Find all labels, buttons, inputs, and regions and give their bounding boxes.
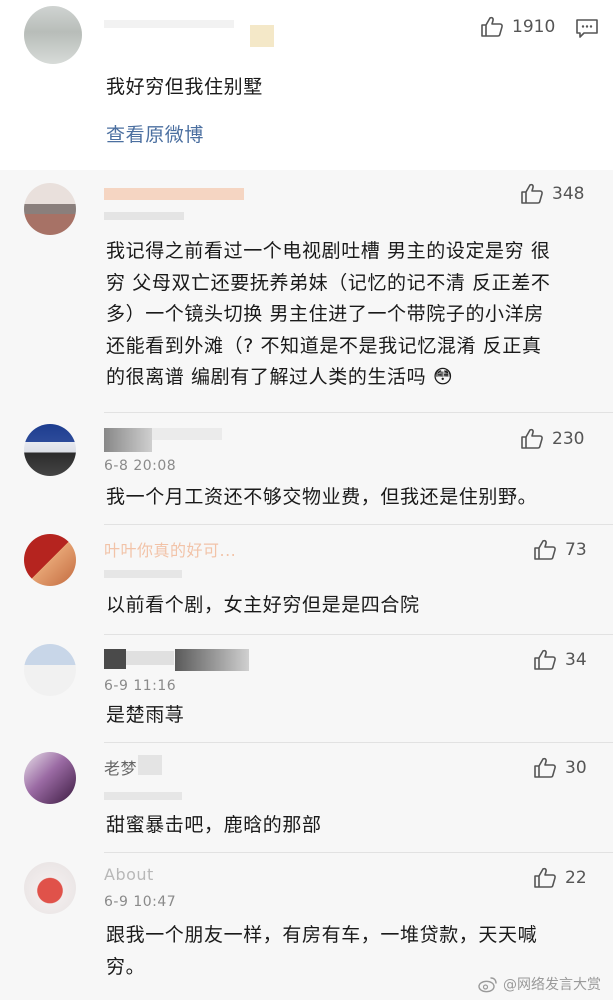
reply-like-button[interactable]: 230 [520,428,584,450]
reply-divider [104,524,613,525]
reply-avatar[interactable] [24,644,76,696]
reply-like-button[interactable]: 34 [533,649,587,671]
reply-divider [104,634,613,635]
reply-divider [104,742,613,743]
reply-username[interactable]: 叶叶你真的好可... [104,537,236,561]
weibo-logo-icon [478,976,497,992]
reply-avatar[interactable] [24,862,76,914]
main-comment-text: 我好穷但我住别墅 [106,76,263,98]
main-comment-like-button[interactable]: 1910 [480,16,555,38]
reply-like-button[interactable]: 73 [533,539,587,561]
reply-text: 以前看个剧，女主好穷但是是四合院 [106,590,420,622]
thumbs-up-icon [534,757,556,778]
reply-time-redacted [104,212,184,220]
reply-name-redacted [152,428,222,440]
flushed-face-emoji: 😳 [432,366,454,388]
reply-like-button[interactable]: 22 [533,867,587,889]
reply-text: 是楚雨荨 [106,700,184,732]
reply-text-line: 甜蜜暴击吧，鹿晗的那部 [106,814,322,836]
watermark-text: @网络发言大赏 [503,977,601,993]
like-count: 230 [552,429,585,449]
like-count: 22 [565,868,587,888]
thumbs-up-icon [534,539,556,560]
reply-username[interactable]: About [104,865,154,884]
reply-text-line: 多）一个镜头切换 男主住进了一个带院子的小洋房 [106,303,544,325]
main-comment-avatar[interactable] [24,6,82,64]
main-comment-name-redacted [104,20,234,28]
reply-name-redacted [104,649,126,669]
reply-text: 跟我一个朋友一样，有房有车，一堆贷款，天天喊 穷。 [106,920,537,983]
reply-name-redacted [104,428,152,452]
reply-divider [104,852,613,853]
like-count: 34 [565,650,587,670]
reply-text-line: 还能看到外滩（? 不知道是不是我记忆混淆 反正真 [106,334,542,357]
reply-text-line: 穷。 [106,955,146,978]
main-comment-card: 1910 我好穷但我住别墅 查看原微博 [0,0,613,170]
reply-like-button[interactable]: 348 [520,183,584,205]
reply-text-line: 我记得之前看过一个电视剧吐槽 男主的设定是穷 很 [106,240,551,262]
reply-text: 我一个月工资还不够交物业费，但我还是住别野。 [106,482,537,514]
like-count: 73 [565,540,587,560]
reply-divider [104,412,613,413]
reply-name-redacted [126,651,174,665]
reply-time: 6-9 11:16 [104,678,177,694]
reply-text: 甜蜜暴击吧，鹿晗的那部 [106,810,322,842]
reply-time: 6-9 10:47 [104,894,177,910]
like-count: 1910 [512,17,556,37]
reply-name-redacted [175,649,249,671]
weibo-watermark: @网络发言大赏 [478,974,601,994]
thumbs-up-icon [481,16,503,37]
reply-avatar[interactable] [24,752,76,804]
view-original-link[interactable]: 查看原微博 [106,120,204,147]
thumbs-up-icon [534,649,556,670]
reply-like-button[interactable]: 30 [533,757,587,779]
reply-name-redacted [138,755,162,775]
reply-text-line: 以前看个剧，女主好穷但是是四合院 [106,594,420,616]
thumbs-up-icon [521,183,543,204]
reply-avatar[interactable] [24,424,76,476]
reply-time-redacted [104,792,182,800]
reply-text-line: 穷 父母双亡还要抚养弟妹（记忆的记不清 反正差不 [106,271,551,294]
reply-time-redacted [104,570,182,578]
main-comment-name-redacted [250,25,274,47]
reply-name-redacted [104,188,244,200]
reply-time: 6-8 20:08 [104,458,177,474]
reply-text-line: 跟我一个朋友一样，有房有车，一堆贷款，天天喊 [106,924,538,946]
thumbs-up-icon [521,428,543,449]
like-count: 348 [552,184,585,204]
comment-icon[interactable] [575,18,599,40]
reply-text-line: 我一个月工资还不够交物业费，但我还是住别野。 [106,486,538,508]
reply-username[interactable]: 老梦 [104,755,137,779]
reply-avatar[interactable] [24,183,76,235]
reply-avatar[interactable] [24,534,76,586]
thumbs-up-icon [534,867,556,888]
like-count: 30 [565,758,587,778]
reply-text: 我记得之前看过一个电视剧吐槽 男主的设定是穷 很 穷 父母双亡还要抚养弟妹（记忆… [106,236,550,394]
reply-text-line: 的很离谱 编剧有了解过人类的生活吗 😳 [106,366,454,388]
reply-text-line: 是楚雨荨 [106,704,185,726]
